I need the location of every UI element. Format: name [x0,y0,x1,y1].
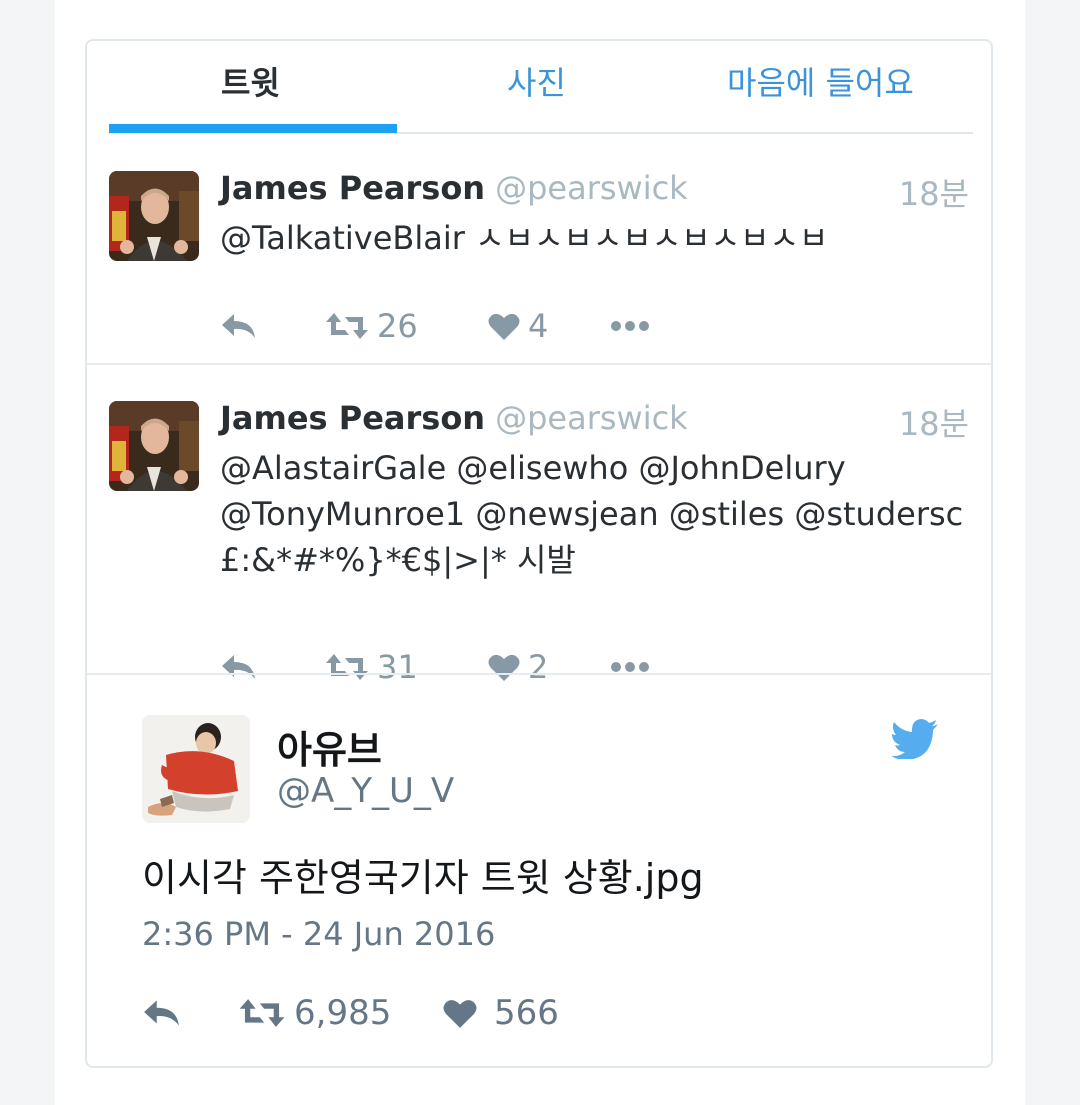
like-button[interactable]: 4 [488,306,548,346]
twitter-bird-icon [891,719,938,760]
tweet-text-line: @TonyMunroe1 @newsjean @stiles @studersc [220,495,964,533]
tweet-text: @TalkativeBlair ㅅㅂㅅㅂㅅㅂㅅㅂㅅㅂㅅㅂ [220,215,975,261]
reply-button[interactable] [220,306,258,346]
embedded-tweet[interactable]: 아유브 @A_Y_U_V 이시각 주한영국기자 트윗 상황.jpg 2:36 P… [87,675,991,1066]
avatar[interactable] [142,715,250,823]
timeline-card: 트윗 사진 마음에 들어요 James Pearson @pearswick 1… [85,39,993,1068]
active-tab-indicator [109,124,397,133]
tweet-time[interactable]: 18분 [899,399,969,445]
like-button[interactable]: 566 [442,993,559,1033]
more-button[interactable] [610,306,650,346]
like-count: 566 [494,993,559,1033]
more-icon [611,321,649,331]
author-handle[interactable]: @pearswick [495,169,688,207]
tweet-text-line: @TalkativeBlair ㅅㅂㅅㅂㅅㅂㅅㅂㅅㅂㅅㅂ [220,219,829,257]
retweet-icon [239,999,285,1027]
tab-likes[interactable]: 마음에 들어요 [727,63,914,103]
more-icon [611,662,649,672]
tweet-item[interactable]: James Pearson @pearswick 18분 @AlastairGal… [87,365,991,686]
author-name[interactable]: James Pearson [220,399,485,437]
retweet-icon [326,313,368,339]
reply-icon [144,1000,179,1026]
embedded-tweet-text: 이시각 주한영국기자 트윗 상황.jpg [142,856,704,900]
avatar[interactable] [109,171,199,261]
embedded-author-name[interactable]: 아유브 [277,719,382,774]
heart-icon [443,1000,477,1028]
tweet-time[interactable]: 18분 [899,169,969,215]
tweet-header: James Pearson @pearswick [220,399,688,439]
author-name[interactable]: James Pearson [220,169,485,207]
tweet-text-line: @AlastairGale @elisewho @JohnDelury [220,449,846,487]
tab-tweets[interactable]: 트윗 [221,63,280,103]
twitter-bird-button[interactable] [891,719,939,763]
like-count: 4 [528,307,549,345]
tweet-item[interactable]: James Pearson @pearswick 18분 @TalkativeBl… [87,135,991,363]
tweet-text: @AlastairGale @elisewho @JohnDelury @Ton… [220,445,975,583]
retweet-count: 26 [377,307,418,345]
author-handle[interactable]: @pearswick [495,399,688,437]
retweet-button[interactable]: 6,985 [238,993,391,1033]
reply-button[interactable] [142,993,182,1033]
tab-photos[interactable]: 사진 [507,63,566,103]
profile-tabs: 트윗 사진 마음에 들어요 [87,41,991,135]
embedded-author-handle[interactable]: @A_Y_U_V [277,771,454,811]
retweet-count: 6,985 [294,993,392,1033]
heart-icon [488,313,520,340]
tweet-header: James Pearson @pearswick [220,169,688,209]
reply-icon [222,314,255,338]
embedded-tweet-date[interactable]: 2:36 PM - 24 Jun 2016 [142,915,495,953]
tweet-text-line: £:&*#*%}*€$|>|* 시발 [220,541,576,579]
retweet-button[interactable]: 26 [325,306,418,346]
avatar[interactable] [109,401,199,491]
